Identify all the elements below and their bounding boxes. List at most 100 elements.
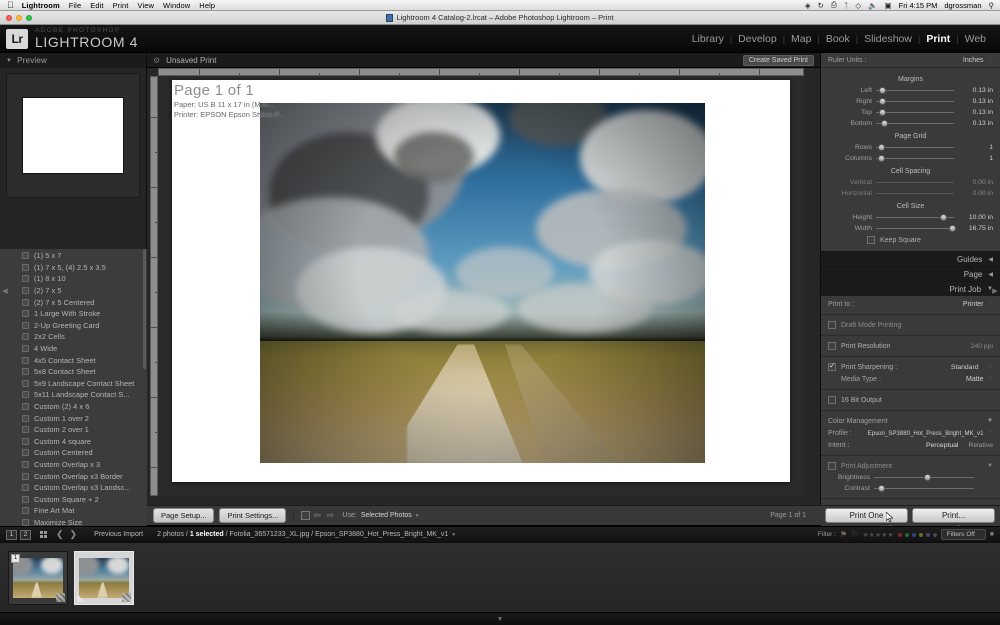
template-item[interactable]: Custom Centered: [0, 447, 147, 459]
gear-icon[interactable]: ⚙: [153, 56, 160, 65]
template-item[interactable]: 5x11 Landscape Contact S...: [0, 389, 147, 401]
chevron-down-icon[interactable]: ⋮: [988, 301, 994, 307]
cell-width-row[interactable]: Width 16.75 in: [821, 223, 1000, 234]
menubar-clock[interactable]: Fri 4:15 PM: [899, 1, 938, 10]
cell-width-slider[interactable]: [876, 225, 956, 232]
chevron-left-icon[interactable]: ◀: [988, 256, 993, 263]
margin-left-slider[interactable]: [876, 87, 954, 94]
margin-right-row[interactable]: Right 0.13 in: [821, 96, 1000, 107]
template-item[interactable]: Custom Overlap x3 Border: [0, 470, 147, 482]
filmstrip-collapse-bar[interactable]: ▼: [0, 612, 1000, 625]
module-map[interactable]: Map: [785, 33, 817, 45]
zoom-icon[interactable]: [26, 15, 32, 21]
chevron-down-icon[interactable]: ⋮: [988, 57, 994, 63]
menu-file[interactable]: File: [69, 1, 82, 10]
module-develop[interactable]: Develop: [732, 33, 783, 45]
media-type-value[interactable]: Matte: [966, 376, 984, 383]
contrast-row[interactable]: Contrast: [821, 483, 1000, 494]
chevron-down-icon[interactable]: ▼: [987, 463, 993, 469]
profile-value[interactable]: Epson_SP3880_Hot_Press_Bright_MK_v1: [868, 430, 984, 437]
filmstrip[interactable]: 1: [0, 542, 1000, 612]
chevron-down-icon[interactable]: ⋮: [988, 376, 994, 382]
volume-icon[interactable]: 🔈: [868, 1, 877, 10]
color-label-filters[interactable]: [897, 532, 937, 537]
template-item[interactable]: (1) 8 x 10: [0, 273, 147, 285]
template-item[interactable]: 4x5 Contact Sheet: [0, 354, 147, 366]
module-book[interactable]: Book: [820, 33, 856, 45]
chevron-down-icon[interactable]: ▼: [987, 418, 993, 424]
menu-edit[interactable]: Edit: [90, 1, 103, 10]
preview-section-header[interactable]: ▼ Preview: [0, 53, 146, 68]
menu-view[interactable]: View: [137, 1, 154, 10]
use-value[interactable]: Selected Photos: [361, 512, 412, 519]
module-print[interactable]: Print: [920, 33, 956, 45]
chevron-down-icon[interactable]: ▾: [416, 513, 419, 519]
keep-square-checkbox[interactable]: [867, 236, 875, 244]
thumb-flag-icon[interactable]: [77, 593, 85, 602]
template-item[interactable]: Custom Overlap x3 Landsc...: [0, 482, 147, 494]
page-badge-2[interactable]: 2: [20, 529, 31, 540]
search-icon[interactable]: ⚲: [989, 1, 995, 10]
arrow-right-icon[interactable]: ⇨: [327, 510, 335, 521]
template-item[interactable]: Custom (2) 4 x 6: [0, 401, 147, 413]
print-resolution-row[interactable]: Print Resolution 240 ppi: [821, 340, 1000, 352]
template-item[interactable]: Custom 2 over 1: [0, 424, 147, 436]
page-section-header[interactable]: Page ◀: [821, 267, 1000, 281]
profile-row[interactable]: Profile : Epson_SP3880_Hot_Press_Bright_…: [821, 427, 1000, 439]
page-setup-button[interactable]: Page Setup...: [153, 508, 215, 523]
menubar-user[interactable]: dgrossman: [944, 1, 981, 10]
intent-relative-option[interactable]: Relative: [968, 442, 993, 449]
module-library[interactable]: Library: [686, 33, 730, 45]
print-sharpening-value[interactable]: Standard: [951, 364, 979, 371]
template-item[interactable]: Custom 1 over 2: [0, 412, 147, 424]
intent-row[interactable]: Intent : Perceptual Relative: [821, 439, 1000, 451]
columns-row[interactable]: Columns 1: [821, 153, 1000, 164]
margin-bottom-row[interactable]: Bottom 0.13 in: [821, 118, 1000, 129]
chevron-left-icon[interactable]: ◀: [988, 271, 993, 278]
display-icon[interactable]: ▣: [885, 1, 892, 10]
ruler-units-row[interactable]: Ruler Units : Inches ⋮: [821, 53, 1000, 68]
right-panel-collapse-icon[interactable]: ▶: [991, 283, 999, 299]
template-scrollbar[interactable]: [143, 249, 146, 369]
print-settings-button[interactable]: Print Settings...: [219, 508, 287, 523]
module-slideshow[interactable]: Slideshow: [858, 33, 918, 45]
template-item[interactable]: 1 Large With Stroke: [0, 308, 147, 320]
back-arrow-icon[interactable]: ❮: [56, 529, 64, 540]
color-dot-yellow[interactable]: [918, 532, 923, 537]
cell-height-slider[interactable]: [876, 214, 954, 221]
template-item[interactable]: (2) 7 x 5: [0, 285, 147, 297]
guides-section-header[interactable]: Guides ◀: [821, 252, 1000, 266]
intent-perceptual-option[interactable]: Perceptual: [926, 442, 959, 449]
printer-icon[interactable]: ⎙: [831, 0, 837, 10]
columns-slider[interactable]: [876, 155, 954, 162]
template-item[interactable]: Fine Art Mat: [0, 505, 147, 517]
bluetooth-icon[interactable]: ᛏ: [844, 1, 849, 10]
filters-off-dropdown[interactable]: Filters Off: [940, 529, 986, 540]
contrast-slider[interactable]: [874, 485, 974, 492]
dropbox-icon[interactable]: ◈: [805, 1, 811, 10]
color-dot-purple[interactable]: [925, 532, 930, 537]
template-item[interactable]: 2x2 Cells: [0, 331, 147, 343]
menu-print[interactable]: Print: [113, 1, 129, 10]
print-resolution-value[interactable]: 240 ppi: [971, 343, 993, 350]
ruler-units-value[interactable]: Inches: [963, 57, 984, 64]
color-dot-red[interactable]: [897, 532, 902, 537]
print-to-value[interactable]: Printer: [963, 301, 984, 308]
draft-mode-row[interactable]: Draft Mode Printing: [821, 319, 1000, 331]
forward-arrow-icon[interactable]: ❯: [70, 529, 78, 540]
lightroom-logo[interactable]: Lr: [6, 28, 28, 49]
color-dot-none[interactable]: [932, 532, 937, 537]
module-web[interactable]: Web: [959, 33, 992, 45]
source-label[interactable]: Previous Import: [94, 531, 143, 538]
media-type-row[interactable]: Media Type : Matte ⋮: [821, 373, 1000, 385]
print-adjustment-row[interactable]: Print Adjustment ▼: [821, 460, 1000, 472]
star-rating-icon[interactable]: ★★★★★: [862, 531, 893, 539]
grid-view-icon[interactable]: [40, 531, 47, 538]
refresh-icon[interactable]: ↻: [818, 1, 824, 10]
chevron-down-icon[interactable]: ▾: [452, 532, 455, 538]
apple-icon[interactable]: : [7, 0, 14, 10]
create-saved-print-button[interactable]: Create Saved Print: [742, 54, 814, 66]
bit-output-row[interactable]: 16 Bit Output: [821, 394, 1000, 406]
filmstrip-thumb-selected[interactable]: [74, 550, 134, 605]
brightness-row[interactable]: Brightness: [821, 472, 1000, 483]
